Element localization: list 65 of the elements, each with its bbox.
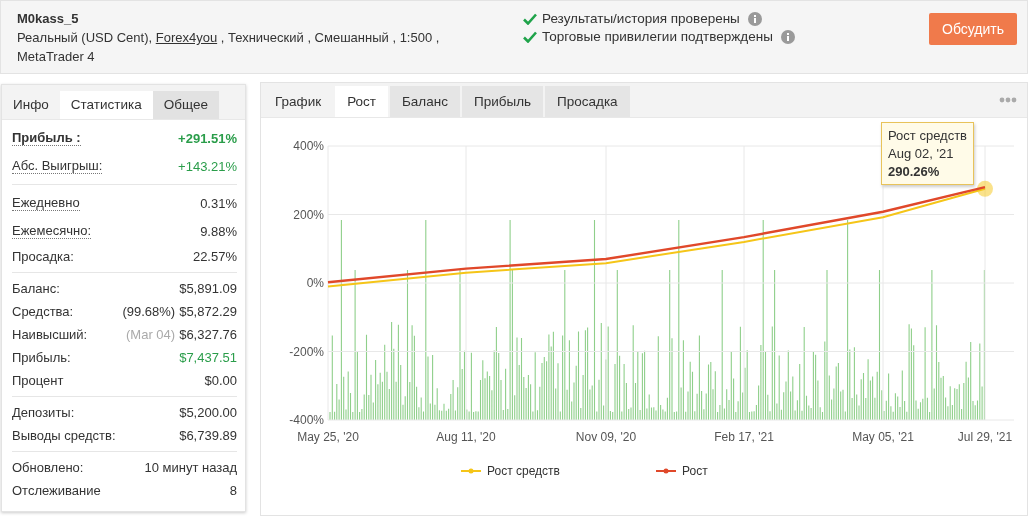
stat-label: Наивысший: <box>12 327 88 342</box>
stat-label: Обновлено: <box>12 460 84 475</box>
stat-label: Прибыль : <box>12 130 81 146</box>
account-details: Реальный (USD Cent), Forex4you , Технический , Смешанный , 1:500 , MetaTrader 4 <box>17 29 441 66</box>
stat-label: Баланс: <box>12 281 60 296</box>
stat-value: 10 минут назад <box>144 460 237 475</box>
legend-label[interactable]: Рост средств <box>487 464 560 478</box>
info-icon[interactable] <box>747 11 762 26</box>
stat-value: 9.88% <box>200 223 237 239</box>
tab[interactable]: Рост <box>335 86 388 117</box>
tooltip-value: 290.26% <box>888 164 941 179</box>
tab[interactable]: Прибыль <box>461 86 544 117</box>
y-axis-label: -400% <box>289 413 324 427</box>
x-axis-label: Feb 17, '21 <box>714 430 774 444</box>
stat-value: $7,437.51 <box>179 350 237 365</box>
more-icon[interactable] <box>999 97 1017 103</box>
stat-label: Отслеживание <box>12 483 101 498</box>
stat-label: Процент <box>12 373 64 388</box>
verification-text: Результаты/история проверены <box>542 11 740 26</box>
stat-label: Депозиты: <box>12 405 75 420</box>
stat-label: Выводы средств: <box>12 428 116 443</box>
stat-value: $5,872.29 <box>179 304 237 319</box>
stat-label: Прибыль: <box>12 350 71 365</box>
y-axis-label: 0% <box>306 276 324 290</box>
legend-line-icon <box>460 468 482 474</box>
y-axis-label: 400% <box>293 139 324 153</box>
hover-marker <box>977 180 993 197</box>
stat-value: $5,891.09 <box>179 281 237 296</box>
stat-label: Ежедневно <box>12 195 80 211</box>
x-axis-label: Jul 29, '21 <box>957 430 1013 444</box>
info-icon[interactable] <box>780 29 795 44</box>
stat-label: Средства: <box>12 304 74 319</box>
stat-value: 22.57% <box>192 249 237 264</box>
tab[interactable]: Общее <box>152 91 219 119</box>
stat-value: $6,327.76 <box>179 327 237 342</box>
stat-value: 8 <box>229 483 237 498</box>
broker-link[interactable]: Forex4you <box>155 30 218 45</box>
stat-value: 0.31% <box>200 195 237 211</box>
stat-value: $6,739.89 <box>179 428 237 443</box>
tab[interactable]: Инфо <box>2 91 60 119</box>
tab[interactable]: Статистика <box>59 91 153 119</box>
stat-note: (Mar 04) <box>126 327 176 342</box>
stat-value: $5,200.00 <box>179 405 237 420</box>
stat-value: +291.51% <box>178 130 237 146</box>
stat-label: Ежемесячно: <box>12 223 92 239</box>
stat-value: $0.00 <box>204 373 237 388</box>
legend-label[interactable]: Рост <box>682 464 708 478</box>
verification-text: Торговые привилегии подтверждены <box>542 29 773 44</box>
tab[interactable]: Просадка <box>545 86 630 117</box>
stat-note: (99.68%) <box>122 304 176 319</box>
stat-value: +143.21% <box>178 158 237 174</box>
tooltip-date: Aug 02, '21 <box>888 146 955 161</box>
stat-label: Просадка: <box>12 249 74 264</box>
y-axis-label: 200% <box>293 207 324 222</box>
x-axis-label: May 25, '20 <box>297 430 359 444</box>
legend-line-icon <box>655 468 677 474</box>
x-axis-label: May 05, '21 <box>852 430 914 444</box>
x-axis-label: Nov 09, '20 <box>575 430 637 444</box>
x-axis-label: Aug 11, '20 <box>436 430 496 444</box>
tab[interactable]: Баланс <box>390 86 460 117</box>
stat-label: Абс. Выигрыш: <box>12 158 103 174</box>
tab[interactable]: График <box>263 86 334 117</box>
account-name: M0kass_5 <box>17 11 80 26</box>
tooltip-title: Рост средств <box>888 128 967 143</box>
y-axis-label: -200% <box>289 344 324 359</box>
